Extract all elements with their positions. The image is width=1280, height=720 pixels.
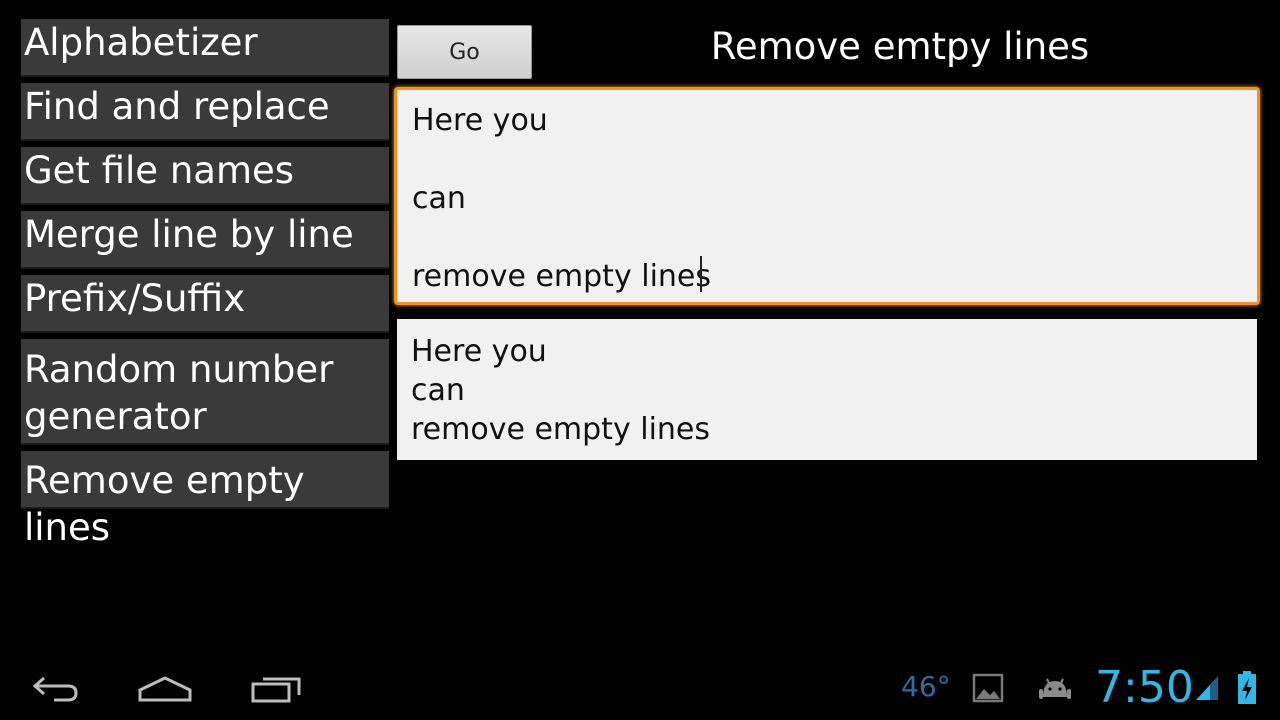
page-title: Remove emtpy lines <box>710 25 1090 68</box>
sidebar-item-merge-line-by-line[interactable]: Merge line by line <box>21 211 389 269</box>
go-button-label: Go <box>449 39 480 65</box>
android-icon <box>1037 675 1073 703</box>
sidebar-item-get-file-names[interactable]: Get file names <box>21 147 389 205</box>
sidebar-item-label: Find and replace <box>24 85 330 128</box>
sidebar-item-prefix-suffix[interactable]: Prefix/Suffix <box>21 275 389 333</box>
output-textarea[interactable]: Here you can remove empty lines <box>397 319 1257 460</box>
recent-apps-icon[interactable] <box>251 674 303 704</box>
text-cursor <box>700 256 702 292</box>
sidebar-item-label: Merge line by line <box>24 213 354 256</box>
clock: 7:50 <box>1095 662 1194 713</box>
sidebar-item-random-number-generator[interactable]: Random number generator <box>21 339 389 445</box>
temperature-text: 46° <box>901 670 951 703</box>
sidebar-item-label: Get file names <box>24 149 295 192</box>
sidebar-item-label: Prefix/Suffix <box>24 277 246 320</box>
signal-icon <box>1194 674 1220 702</box>
sidebar-item-label: Remove empty lines <box>24 459 305 549</box>
input-textarea[interactable]: Here you can remove empty lines <box>394 87 1260 305</box>
sidebar-item-remove-empty-lines[interactable]: Remove empty lines <box>21 451 389 549</box>
back-icon[interactable] <box>30 672 80 706</box>
sidebar-item-label: Alphabetizer <box>24 21 258 64</box>
home-icon[interactable] <box>138 674 192 704</box>
sidebar-item-find-and-replace[interactable]: Find and replace <box>21 83 389 141</box>
sidebar-item-alphabetizer[interactable]: Alphabetizer <box>21 19 389 77</box>
battery-icon <box>1236 670 1258 706</box>
go-button[interactable]: Go <box>397 25 532 79</box>
sidebar-item-label: Random number generator <box>24 348 334 438</box>
gallery-icon <box>972 673 1004 703</box>
